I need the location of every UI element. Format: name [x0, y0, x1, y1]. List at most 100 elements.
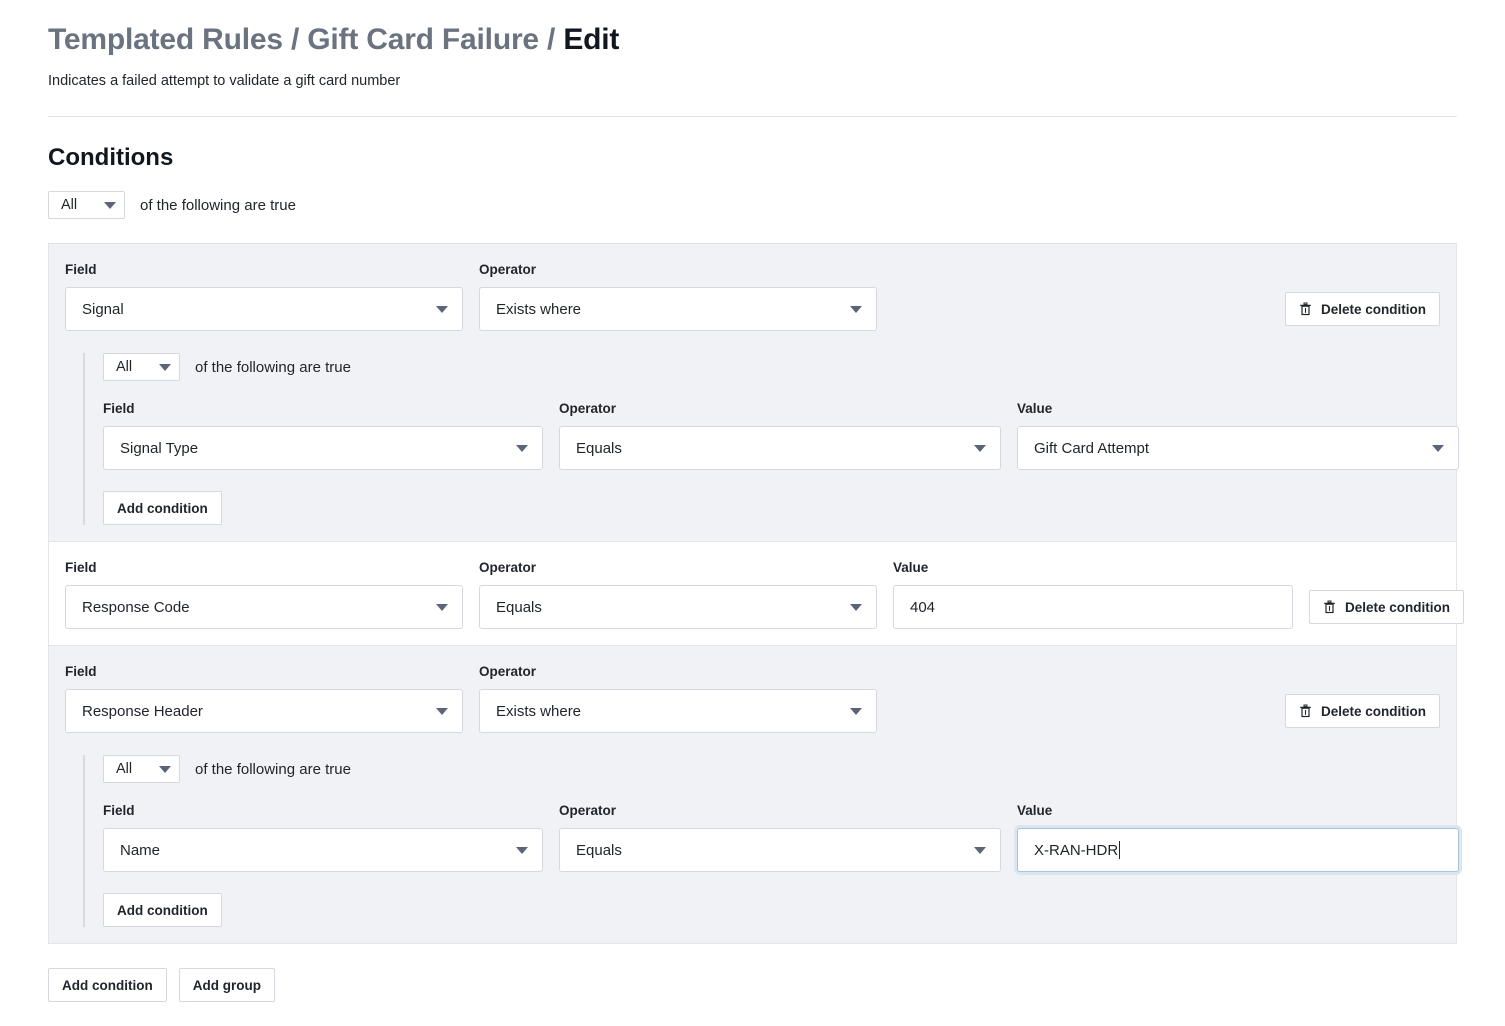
group3-field-select[interactable]: Response Header: [65, 689, 463, 733]
group3-nested-value-label: Value: [1017, 803, 1459, 819]
group3-operator-select[interactable]: Exists where: [479, 689, 877, 733]
row2-operator-select[interactable]: Equals: [479, 585, 877, 629]
root-match-value: All: [61, 197, 77, 213]
group1-nested-add-condition-button[interactable]: Add condition: [103, 491, 222, 525]
group1-nested-operator-value: Equals: [576, 440, 622, 457]
row2-operator-label: Operator: [479, 560, 877, 576]
row2-value-input[interactable]: 404: [893, 585, 1293, 629]
row2-field-label: Field: [65, 560, 463, 576]
group3-operator-wrap: Operator Exists where: [479, 664, 877, 733]
group1-nested-value-value: Gift Card Attempt: [1034, 440, 1149, 457]
group1-operator-value: Exists where: [496, 301, 581, 318]
conditions-heading: Conditions: [48, 143, 1457, 173]
chevron-down-icon: [516, 847, 528, 854]
group1-nested-operator-label: Operator: [559, 401, 1001, 417]
group1-nested-match-select[interactable]: All: [103, 353, 180, 381]
chevron-down-icon: [850, 708, 862, 715]
group1-nested-add-wrap: Add condition: [103, 491, 1440, 525]
group1-nested-value-label: Value: [1017, 401, 1459, 417]
group1-nested-value-wrap: Value Gift Card Attempt: [1017, 401, 1459, 470]
group3-nested-add-wrap: Add condition: [103, 893, 1440, 927]
group1-field-select[interactable]: Signal: [65, 287, 463, 331]
row2-operator-wrap: Operator Equals: [479, 560, 877, 629]
condition-group-1: Field Signal Operator Exists where: [48, 243, 1457, 542]
page-subtitle: Indicates a failed attempt to validate a…: [48, 72, 1457, 90]
group3-nested-block: All of the following are true Field Name: [83, 755, 1440, 927]
group3-operator-label: Operator: [479, 664, 877, 680]
group3-nested-value-wrap: Value X-RAN-HDR: [1017, 803, 1459, 872]
condition-group-3: Field Response Header Operator Exists wh…: [48, 646, 1457, 944]
group3-field-label: Field: [65, 664, 463, 680]
group3-nested-operator-select[interactable]: Equals: [559, 828, 1001, 872]
chevron-down-icon: [104, 202, 116, 209]
group3-nested-row: Field Name Operator Equals: [103, 803, 1440, 872]
trash-icon: [1299, 302, 1312, 316]
root-match-select[interactable]: All: [48, 191, 125, 219]
breadcrumb-templated-rules[interactable]: Templated Rules: [48, 23, 283, 56]
breadcrumb-gift-card-failure[interactable]: Gift Card Failure: [307, 23, 539, 56]
group1-field-value: Signal: [82, 301, 124, 318]
group1-nested-field-select[interactable]: Signal Type: [103, 426, 543, 470]
bottom-actions: Add condition Add group: [48, 968, 1457, 1002]
breadcrumb-current-edit: Edit: [563, 23, 619, 56]
group1-nested-field-value: Signal Type: [120, 440, 198, 457]
group3-nested-match-suffix: of the following are true: [195, 761, 351, 778]
group1-nested-match-value: All: [116, 359, 132, 375]
group1-delete-condition-label: Delete condition: [1321, 302, 1426, 317]
condition-row-2-line: Field Response Code Operator Equals Valu…: [65, 560, 1440, 629]
trash-icon: [1323, 600, 1336, 614]
group1-nested-operator-wrap: Operator Equals: [559, 401, 1001, 470]
chevron-down-icon: [974, 847, 986, 854]
condition-group-3-header-row: Field Response Header Operator Exists wh…: [65, 664, 1440, 733]
group1-nested-value-select[interactable]: Gift Card Attempt: [1017, 426, 1459, 470]
group3-nested-match-row: All of the following are true: [103, 755, 1440, 783]
group1-delete-condition-button[interactable]: Delete condition: [1285, 292, 1440, 326]
breadcrumb-separator-2: /: [547, 23, 555, 56]
group3-nested-operator-wrap: Operator Equals: [559, 803, 1001, 872]
group3-operator-value: Exists where: [496, 703, 581, 720]
group1-operator-select[interactable]: Exists where: [479, 287, 877, 331]
chevron-down-icon: [516, 445, 528, 452]
chevron-down-icon: [436, 306, 448, 313]
trash-icon: [1299, 704, 1312, 718]
chevron-down-icon: [159, 766, 171, 773]
row2-value-wrap: Value 404: [893, 560, 1293, 629]
chevron-down-icon: [1432, 445, 1444, 452]
chevron-down-icon: [436, 708, 448, 715]
row2-value-text: 404: [910, 599, 935, 616]
row2-operator-value: Equals: [496, 599, 542, 616]
group3-nested-add-condition-button[interactable]: Add condition: [103, 893, 222, 927]
row2-field-wrap: Field Response Code: [65, 560, 463, 629]
row2-delete-condition-button[interactable]: Delete condition: [1309, 590, 1464, 624]
group1-operator-label: Operator: [479, 262, 877, 278]
add-group-button[interactable]: Add group: [179, 968, 275, 1002]
group3-nested-match-select[interactable]: All: [103, 755, 180, 783]
group1-field-wrap: Field Signal: [65, 262, 463, 331]
group1-field-label: Field: [65, 262, 463, 278]
group3-nested-field-select[interactable]: Name: [103, 828, 543, 872]
row2-field-select[interactable]: Response Code: [65, 585, 463, 629]
group1-nested-field-label: Field: [103, 401, 543, 417]
condition-group-1-header-row: Field Signal Operator Exists where: [65, 262, 1440, 331]
group1-nested-match-suffix: of the following are true: [195, 359, 351, 376]
group1-nested-operator-select[interactable]: Equals: [559, 426, 1001, 470]
group3-field-value: Response Header: [82, 703, 203, 720]
group3-nested-value-input[interactable]: X-RAN-HDR: [1017, 828, 1459, 872]
row2-delete-condition-label: Delete condition: [1345, 600, 1450, 615]
chevron-down-icon: [850, 604, 862, 611]
add-condition-button[interactable]: Add condition: [48, 968, 167, 1002]
group3-nested-operator-value: Equals: [576, 842, 622, 859]
text-cursor: [1119, 841, 1120, 859]
group3-delete-condition-button[interactable]: Delete condition: [1285, 694, 1440, 728]
header-divider: [48, 116, 1457, 117]
group3-nested-field-value: Name: [120, 842, 160, 859]
condition-row-2: Field Response Code Operator Equals Valu…: [48, 542, 1457, 646]
row2-field-value: Response Code: [82, 599, 190, 616]
group3-nested-field-wrap: Field Name: [103, 803, 543, 872]
group3-nested-match-value: All: [116, 761, 132, 777]
page-title: Templated Rules / Gift Card Failure / Ed…: [48, 20, 1457, 60]
group1-nested-match-row: All of the following are true: [103, 353, 1440, 381]
group1-nested-field-wrap: Field Signal Type: [103, 401, 543, 470]
page-header: Templated Rules / Gift Card Failure / Ed…: [0, 0, 1505, 90]
chevron-down-icon: [436, 604, 448, 611]
